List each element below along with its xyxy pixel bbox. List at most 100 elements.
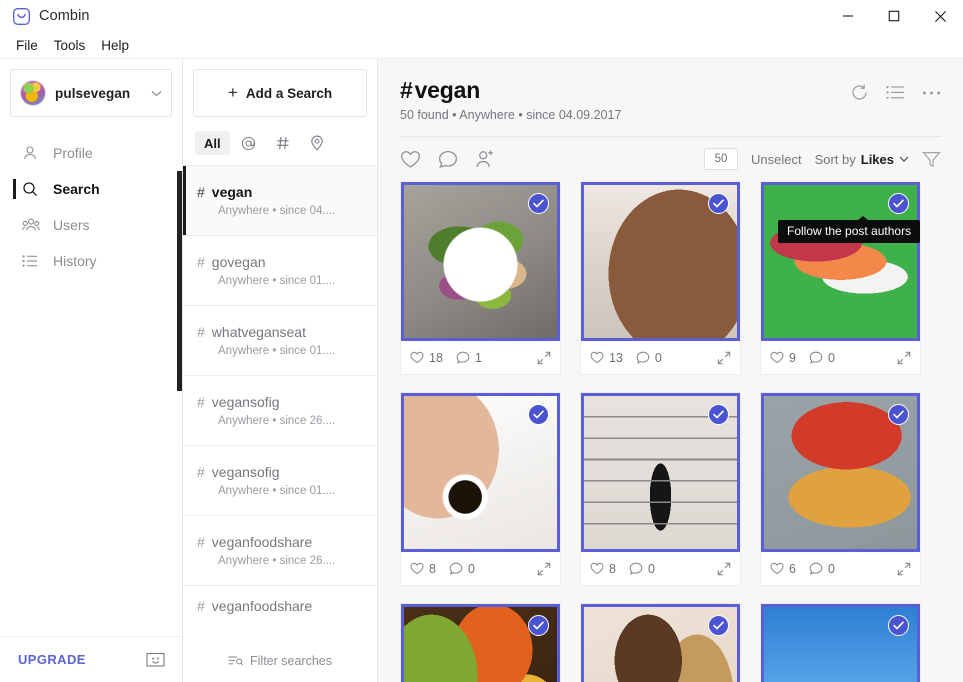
sidebar-item-history[interactable]: History xyxy=(0,243,182,279)
selected-check-icon[interactable] xyxy=(708,615,729,636)
post-card[interactable]: 6 0 xyxy=(760,392,921,586)
more-options-icon[interactable] xyxy=(922,90,941,96)
post-card[interactable]: 9 0 xyxy=(760,181,921,375)
search-list-panel: + Add a Search All # vegan Anywhere • si… xyxy=(183,59,378,682)
expand-icon[interactable] xyxy=(537,562,551,576)
sort-by-value: Likes xyxy=(860,151,894,167)
sidebar-item-users[interactable]: Users xyxy=(0,207,182,243)
post-image[interactable] xyxy=(401,604,560,682)
menu-item-tools[interactable]: Tools xyxy=(46,36,94,55)
expand-icon[interactable] xyxy=(717,351,731,365)
upgrade-label: UPGRADE xyxy=(18,652,86,667)
selected-check-icon[interactable] xyxy=(888,404,909,425)
expand-icon[interactable] xyxy=(897,351,911,365)
search-item-location: Anywhere xyxy=(218,555,270,567)
selected-check-icon[interactable] xyxy=(888,193,909,214)
sidebar-item-profile[interactable]: Profile xyxy=(0,135,182,171)
expand-icon[interactable] xyxy=(717,562,731,576)
post-card[interactable]: 8 0 xyxy=(580,392,741,586)
search-list-item[interactable]: # vegansofig Anywhere • since 26.... xyxy=(183,375,377,445)
tab-all-label: All xyxy=(204,135,221,151)
post-image[interactable] xyxy=(761,182,920,341)
tab-all[interactable]: All xyxy=(195,131,230,155)
likes-count: 8 xyxy=(429,561,436,576)
funnel-icon[interactable] xyxy=(922,151,941,168)
unselect-button[interactable]: Unselect xyxy=(751,152,802,167)
tab-hashtags[interactable] xyxy=(267,131,299,155)
post-image[interactable] xyxy=(581,182,740,341)
post-card[interactable] xyxy=(760,603,921,682)
post-card[interactable]: 8 0 xyxy=(400,392,561,586)
comments-count: 0 xyxy=(654,350,662,365)
separator-dot: • xyxy=(272,275,277,287)
post-image[interactable] xyxy=(401,393,560,552)
search-list-item[interactable]: # veganfoodshare xyxy=(183,585,377,625)
sidebar-item-label: Profile xyxy=(53,145,93,161)
search-list-item[interactable]: # vegan Anywhere • since 04.... xyxy=(183,165,377,235)
selected-check-icon[interactable] xyxy=(528,615,549,636)
selected-check-icon[interactable] xyxy=(708,404,729,425)
expand-icon[interactable] xyxy=(897,562,911,576)
plus-icon: + xyxy=(227,83,238,102)
sidebar-item-search[interactable]: Search xyxy=(0,171,182,207)
separator-dot: • xyxy=(272,205,277,217)
follow-user-icon[interactable] xyxy=(475,149,495,169)
post-card[interactable] xyxy=(400,603,561,682)
search-list-item[interactable]: # whatveganseat Anywhere • since 01.... xyxy=(183,305,377,375)
search-list-item[interactable]: # veganfoodshare Anywhere • since 26.... xyxy=(183,515,377,585)
selection-count: 50 xyxy=(703,148,738,170)
close-button[interactable] xyxy=(917,0,963,32)
post-image[interactable] xyxy=(761,393,920,552)
post-stats: 6 0 xyxy=(761,552,920,585)
comment-icon xyxy=(636,351,650,364)
search-item-title: # vegan xyxy=(197,184,365,200)
tab-accounts[interactable] xyxy=(232,131,265,155)
maximize-button[interactable] xyxy=(871,0,917,32)
comments-count: 0 xyxy=(467,561,475,576)
post-card[interactable] xyxy=(580,603,741,682)
toolbar-right: 50 Unselect Sort by Likes xyxy=(703,148,941,170)
menu-item-help[interactable]: Help xyxy=(93,36,137,55)
filter-searches-button[interactable]: Filter searches xyxy=(183,640,377,682)
expand-icon[interactable] xyxy=(537,351,551,365)
post-image[interactable] xyxy=(401,182,560,341)
menu-item-file[interactable]: File xyxy=(8,36,46,55)
hash-prefix: # xyxy=(197,464,205,480)
separator-dot: • xyxy=(272,345,277,357)
likes-count: 18 xyxy=(429,350,443,365)
upgrade-row[interactable]: UPGRADE xyxy=(0,636,182,682)
search-item-name: govegan xyxy=(211,254,266,270)
search-list-item[interactable]: # vegansofig Anywhere • since 01.... xyxy=(183,445,377,515)
post-image[interactable] xyxy=(581,604,740,682)
search-item-title: # vegansofig xyxy=(197,394,365,410)
smiley-box-icon[interactable] xyxy=(146,651,165,668)
search-list-item[interactable]: # govegan Anywhere • since 01.... xyxy=(183,235,377,305)
post-image[interactable] xyxy=(581,393,740,552)
tab-locations[interactable] xyxy=(301,131,333,155)
sort-by-control[interactable]: Sort by Likes xyxy=(815,152,909,167)
post-card[interactable]: 18 1 xyxy=(400,181,561,375)
comment-icon[interactable] xyxy=(438,150,458,169)
list-view-icon[interactable] xyxy=(886,85,905,100)
hash-icon xyxy=(276,136,290,150)
selected-check-icon[interactable] xyxy=(708,193,729,214)
search-items-list: # vegan Anywhere • since 04.... # govega… xyxy=(183,165,377,640)
add-search-button[interactable]: + Add a Search xyxy=(193,69,367,117)
search-item-location: Anywhere xyxy=(218,345,270,357)
selected-check-icon[interactable] xyxy=(888,615,909,636)
account-selector-wrap: pulsevegan xyxy=(0,59,182,117)
likes-count: 8 xyxy=(609,561,616,576)
person-icon xyxy=(22,145,44,161)
refresh-icon[interactable] xyxy=(850,83,869,102)
selected-check-icon[interactable] xyxy=(528,404,549,425)
left-nav-scrollbar[interactable] xyxy=(177,171,182,391)
account-selector[interactable]: pulsevegan xyxy=(10,69,172,117)
post-image[interactable] xyxy=(761,604,920,682)
hash-prefix: # xyxy=(197,394,205,410)
selected-check-icon[interactable] xyxy=(528,193,549,214)
minimize-button[interactable] xyxy=(825,0,871,32)
heart-icon[interactable] xyxy=(400,150,421,169)
main-header-left: # vegan 50 found • Anywhere • since 04.0… xyxy=(400,77,850,122)
separator-dot: • xyxy=(272,485,277,497)
post-card[interactable]: 13 0 xyxy=(580,181,741,375)
